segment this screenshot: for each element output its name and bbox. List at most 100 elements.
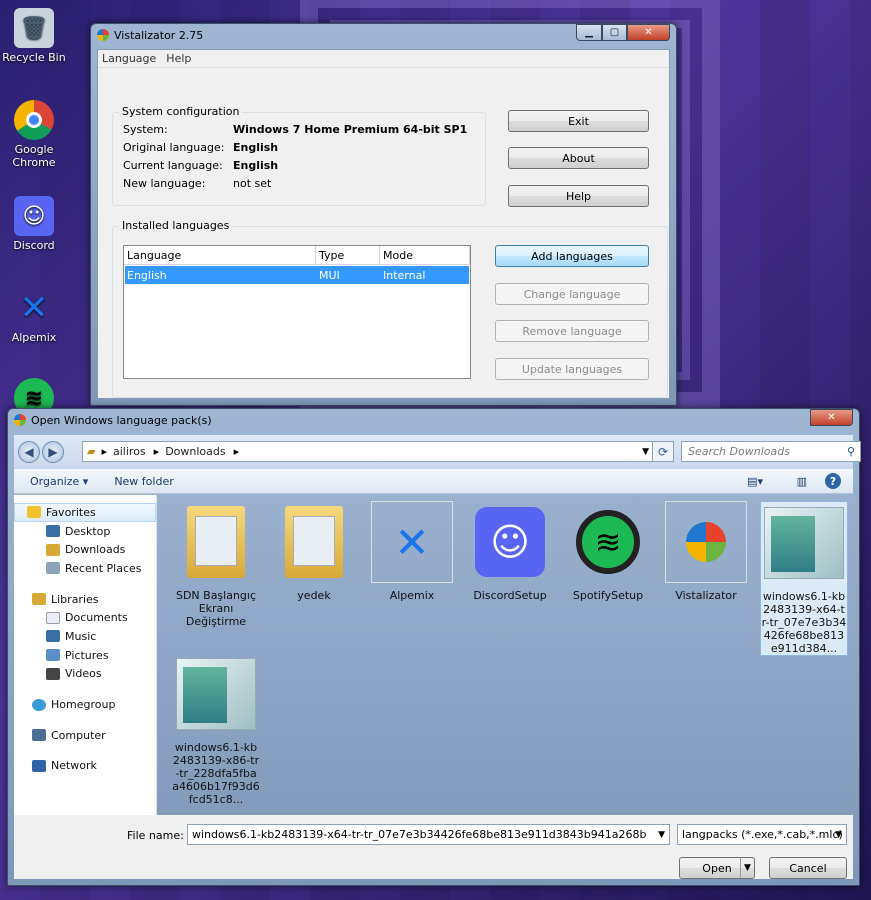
desktop-icon-alpemix[interactable]: ✕ Alpemix (0, 288, 68, 344)
nav-videos[interactable]: Videos (14, 665, 156, 684)
help-button[interactable]: Help (508, 185, 649, 207)
nav-computer[interactable]: Computer (14, 726, 156, 745)
libraries-icon (32, 593, 46, 606)
caption-buttons: ✕ (810, 409, 853, 426)
change-language-button[interactable]: Change language (495, 283, 649, 305)
search-input[interactable]: Search Downloads ⚲ (681, 441, 861, 462)
network-icon (32, 759, 46, 772)
chevron-down-icon[interactable]: ▼ (658, 830, 665, 840)
vistalizator-app-icon (14, 414, 26, 426)
desktop-icon-discord[interactable]: ☺ Discord (0, 196, 68, 252)
search-icon[interactable]: ⚲ (847, 445, 855, 458)
file-name: Vistalizator (675, 589, 737, 602)
file-name: windows6.1-kb2483139-x86-tr-tr_228dfa5fb… (172, 741, 260, 806)
nav-documents[interactable]: Documents (14, 608, 156, 627)
new-folder-button[interactable]: New folder (114, 475, 173, 488)
language-row[interactable]: English MUI Internal (125, 266, 469, 284)
desktop-icon-chrome[interactable]: Google Chrome (0, 100, 68, 169)
maximize-button[interactable]: ▢ (602, 24, 627, 41)
column-type[interactable]: Type (316, 246, 380, 264)
menu-language[interactable]: Language (102, 52, 156, 65)
nav-favorites[interactable]: Favorites (14, 503, 156, 522)
add-languages-button[interactable]: Add languages (495, 245, 649, 267)
minimize-button[interactable]: ▁ (576, 24, 602, 41)
update-languages-button[interactable]: Update languages (495, 358, 649, 380)
exit-button[interactable]: Exit (508, 110, 649, 132)
file-item-discord-setup[interactable]: ☺ DiscordSetup (466, 501, 554, 602)
column-language[interactable]: Language (124, 246, 316, 264)
close-button[interactable]: ✕ (627, 24, 670, 41)
installed-languages-group: Installed languages Language Type Mode E… (112, 219, 668, 398)
info-value: English (233, 141, 279, 154)
nav-libraries[interactable]: Libraries (14, 590, 156, 609)
chevron-down-icon[interactable]: ▼ (740, 858, 754, 878)
cancel-button[interactable]: Cancel (769, 857, 847, 879)
nav-music[interactable]: Music (14, 627, 156, 646)
caption-buttons: ▁ ▢ ✕ (576, 24, 670, 41)
nav-label: Recent Places (65, 561, 142, 575)
organize-button[interactable]: Organize ▾ (30, 475, 88, 488)
current-language-row: Current language: English (123, 159, 467, 177)
file-type-select[interactable]: langpacks (*.exe,*.cab,*.mlc) ▼ (677, 824, 847, 845)
file-item-alpemix[interactable]: ✕ Alpemix (368, 501, 456, 602)
nav-label: Homegroup (51, 698, 116, 712)
chevron-right-icon: ▸ (233, 445, 240, 458)
file-item-langpack-x86[interactable]: windows6.1-kb2483139-x86-tr-tr_228dfa5fb… (172, 653, 260, 806)
title-bar: Open Windows language pack(s) (8, 409, 859, 431)
preview-pane-icon[interactable]: ▥ (797, 475, 807, 488)
file-item-vistalizator[interactable]: Vistalizator (662, 501, 750, 602)
file-name-combobox[interactable]: windows6.1-kb2483139-x64-tr-tr_07e7e3b34… (187, 824, 670, 845)
nav-desktop[interactable]: Desktop (14, 522, 156, 541)
breadcrumb-downloads[interactable]: Downloads (165, 445, 225, 458)
languages-listview[interactable]: Language Type Mode English MUI Internal (123, 245, 471, 379)
forward-arrow-icon[interactable]: ▶ (42, 441, 64, 463)
computer-icon (32, 729, 46, 742)
navigation-pane: Favorites Desktop Downloads Recent Place… (14, 495, 157, 815)
nav-label: Documents (65, 611, 128, 625)
remove-language-button[interactable]: Remove language (495, 320, 649, 342)
cell-language: English (127, 268, 167, 282)
dialog-title: Open Windows language pack(s) (31, 413, 212, 427)
info-key: New language: (123, 177, 206, 190)
file-item-sdn-folder[interactable]: SDN Başlangıç Ekranı Değiştirme (172, 501, 260, 628)
breadcrumb-ailiros[interactable]: ailiros (113, 445, 146, 458)
close-button[interactable]: ✕ (810, 409, 853, 426)
open-button[interactable]: Open ▼ (679, 857, 755, 879)
star-icon (27, 506, 41, 519)
command-bar: Organize ▾ New folder ▤▾ ▥ ? (14, 469, 853, 494)
file-item-yedek-folder[interactable]: yedek (270, 501, 358, 602)
chevron-down-icon[interactable]: ▼ (642, 447, 649, 457)
window-client: Language Help System configuration Syste… (97, 49, 670, 399)
view-options-icon[interactable]: ▤▾ (747, 475, 763, 488)
file-name: Alpemix (389, 589, 435, 602)
nav-label: Downloads (65, 543, 126, 557)
recycle-bin-icon: 🗑 (14, 8, 54, 48)
help-icon[interactable]: ? (825, 473, 841, 489)
dialog-footer: File name: windows6.1-kb2483139-x64-tr-t… (14, 815, 853, 879)
group-title: Installed languages (119, 219, 233, 232)
refresh-icon[interactable]: ⟳ (652, 441, 674, 462)
chevron-down-icon[interactable]: ▼ (835, 830, 842, 840)
spotify-icon: ≋ (567, 501, 649, 583)
installer-package-icon (175, 653, 257, 735)
nav-homegroup[interactable]: Homegroup (14, 695, 156, 714)
column-mode[interactable]: Mode (380, 246, 470, 264)
nav-label: Music (65, 629, 97, 643)
file-item-spotify-setup[interactable]: ≋ SpotifySetup (564, 501, 652, 602)
back-arrow-icon[interactable]: ◀ (18, 441, 40, 463)
desktop-icon (46, 525, 60, 538)
address-bar[interactable]: ▰ ▸ ailiros ▸ Downloads ▸ ▼ (82, 441, 654, 462)
installer-package-icon (763, 502, 845, 584)
desktop-icon-label: Alpemix (11, 331, 57, 344)
nav-recent-places[interactable]: Recent Places (14, 559, 156, 578)
nav-pictures[interactable]: Pictures (14, 646, 156, 665)
nav-network[interactable]: Network (14, 757, 156, 776)
cell-type: MUI (319, 268, 340, 282)
menu-help[interactable]: Help (166, 52, 191, 65)
about-button[interactable]: About (508, 147, 649, 169)
file-name: DiscordSetup (473, 589, 547, 602)
file-item-langpack-x64[interactable]: windows6.1-kb2483139-x64-tr-tr_07e7e3b34… (760, 501, 848, 656)
desktop-icon-recycle-bin[interactable]: 🗑 Recycle Bin (0, 8, 68, 64)
nav-downloads[interactable]: Downloads (14, 540, 156, 559)
